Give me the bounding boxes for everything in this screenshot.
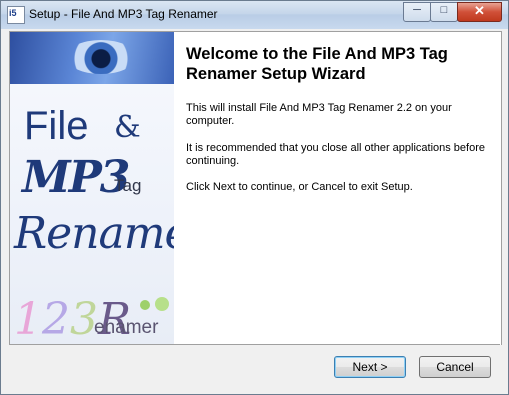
- maximize-button[interactable]: □: [430, 2, 458, 22]
- minimize-button[interactable]: ─: [403, 2, 431, 22]
- heading-line-2: Renamer Setup Wizard: [186, 65, 366, 83]
- close-button[interactable]: ✕: [457, 2, 502, 22]
- minimize-icon: ─: [413, 4, 421, 16]
- brand-logo-word: enamer: [94, 317, 159, 338]
- wizard-content: File & MP3 Tag Renamer 123R enamer Welco…: [9, 31, 502, 345]
- eye-banner-image: [10, 32, 174, 84]
- cancel-button[interactable]: Cancel: [419, 356, 491, 378]
- logo-file-text: File: [24, 104, 89, 148]
- install-info-text: This will install File And MP3 Tag Renam…: [186, 102, 452, 127]
- recommendation-text: It is recommended that you close all oth…: [186, 142, 485, 167]
- caption-buttons: ─ □ ✕: [403, 2, 502, 22]
- logo-ampersand: &: [114, 110, 141, 145]
- heading-line-1: Welcome to the File And MP3 Tag: [186, 45, 448, 63]
- footer-divider: [9, 344, 500, 345]
- maximize-icon: □: [440, 4, 448, 16]
- eye-icon: [66, 40, 136, 74]
- installer-app-icon[interactable]: i5: [7, 6, 25, 24]
- brand-dot-large: [155, 297, 169, 311]
- logo-tag-text: Tag: [114, 176, 142, 195]
- title-bar[interactable]: i5 Setup - File And MP3 Tag Renamer ─ □ …: [1, 1, 508, 29]
- setup-window: i5 Setup - File And MP3 Tag Renamer ─ □ …: [0, 0, 509, 395]
- window-title: Setup - File And MP3 Tag Renamer: [29, 7, 218, 21]
- next-button[interactable]: Next >: [334, 356, 406, 378]
- logo-renamer-text: Renamer: [14, 208, 174, 259]
- welcome-heading: Welcome to the File And MP3 Tag Renamer …: [186, 44, 492, 84]
- close-icon: ✕: [474, 3, 485, 18]
- brand-dot-small: [140, 300, 150, 310]
- logo-mp3-text: MP3: [22, 152, 130, 203]
- wizard-side-image: File & MP3 Tag Renamer 123R enamer: [10, 32, 174, 345]
- continue-instruction-text: Click Next to continue, or Cancel to exi…: [186, 181, 413, 193]
